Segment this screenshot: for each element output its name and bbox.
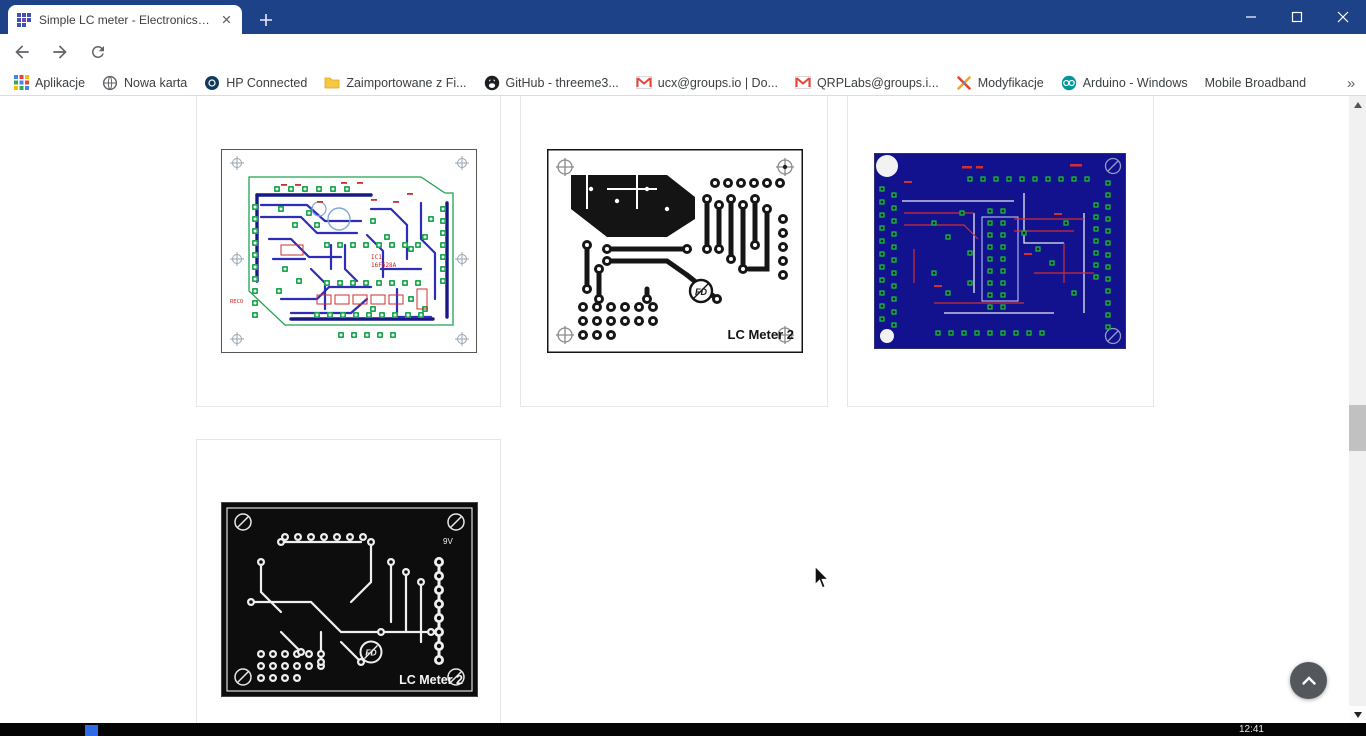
pcb-image-copper-bw[interactable]: FD LC Meter 2 bbox=[547, 149, 803, 353]
bookmark-label: Nowa karta bbox=[124, 76, 187, 90]
pcb-title-text: LC Meter 2 bbox=[399, 673, 463, 687]
bookmark-hp-connected[interactable]: HP Connected bbox=[204, 75, 307, 91]
globe-icon bbox=[102, 75, 118, 91]
fd-logo: FD bbox=[690, 280, 712, 302]
tab-favicon bbox=[16, 12, 32, 28]
gallery-card-4: 9V FD LC Meter 2 bbox=[196, 439, 501, 723]
gmail-icon bbox=[795, 76, 811, 89]
minimize-button[interactable] bbox=[1228, 0, 1274, 34]
bookmark-label: Aplikacje bbox=[35, 76, 85, 90]
bookmark-label: Modyfikacje bbox=[978, 76, 1044, 90]
taskbar-app-icon[interactable] bbox=[85, 725, 98, 736]
chevron-up-icon bbox=[1299, 671, 1319, 691]
fd-logo-text: FD bbox=[695, 287, 707, 297]
bookmark-github[interactable]: GitHub - threeme3... bbox=[484, 75, 619, 91]
window-controls bbox=[1228, 0, 1366, 34]
pcb-image-top-layout-color[interactable]: IC1 16F628A RECO bbox=[221, 149, 477, 353]
apps-grid-icon bbox=[14, 75, 29, 90]
bookmark-modyfikacje[interactable]: Modyfikacje bbox=[956, 75, 1044, 91]
pcb-title-text: LC Meter 2 bbox=[728, 327, 794, 342]
scrollbar-up-arrow[interactable] bbox=[1349, 96, 1366, 113]
silk-9v-label: 9V bbox=[443, 537, 453, 546]
folder-icon bbox=[324, 75, 340, 91]
bookmark-arduino[interactable]: Arduino - Windows bbox=[1061, 75, 1188, 91]
windows-taskbar: 12:41 bbox=[0, 723, 1366, 736]
tab-close-icon[interactable] bbox=[219, 12, 234, 27]
gallery-card-2: FD LC Meter 2 bbox=[520, 96, 828, 407]
toolbar: electronics-lab.com/project/simple-lc-me… bbox=[0, 34, 1366, 70]
silk-ic-ref: IC1 bbox=[371, 254, 382, 261]
close-button[interactable] bbox=[1320, 0, 1366, 34]
silk-reco-label: RECO bbox=[230, 299, 243, 305]
bookmark-qrplabs-groups[interactable]: QRPLabs@groups.i... bbox=[795, 76, 939, 90]
bookmark-imported-folder[interactable]: Zaimportowane z Fi... bbox=[324, 75, 466, 91]
browser-window: Simple LC meter - Electronics-Lab bbox=[0, 0, 1366, 736]
bookmark-label: HP Connected bbox=[226, 76, 307, 90]
vertical-scrollbar[interactable] bbox=[1349, 96, 1366, 723]
gallery-card-3 bbox=[847, 96, 1154, 407]
github-icon bbox=[484, 75, 500, 91]
browser-tab[interactable]: Simple LC meter - Electronics-Lab bbox=[8, 5, 242, 34]
bookmark-label: Zaimportowane z Fi... bbox=[346, 76, 466, 90]
bookmark-mobile-broadband[interactable]: Mobile Broadband bbox=[1205, 76, 1306, 90]
bookmark-label: QRPLabs@groups.i... bbox=[817, 76, 939, 90]
bookmark-label: ucx@groups.io | Do... bbox=[658, 76, 778, 90]
bookmark-label: Mobile Broadband bbox=[1205, 76, 1306, 90]
reload-button[interactable] bbox=[82, 36, 114, 68]
bookmarks-overflow-chevron[interactable]: » bbox=[1336, 71, 1366, 95]
maximize-button[interactable] bbox=[1274, 0, 1320, 34]
gallery-card-1: IC1 16F628A RECO bbox=[196, 96, 501, 407]
bookmark-ucx-groups[interactable]: ucx@groups.io | Do... bbox=[636, 76, 778, 90]
back-button[interactable] bbox=[6, 36, 38, 68]
taskbar-clock[interactable]: 12:41 bbox=[1239, 723, 1264, 736]
bookmarks-bar: Aplikacje Nowa karta HP Connected Zaimpo… bbox=[0, 70, 1366, 96]
titlebar: Simple LC meter - Electronics-Lab bbox=[0, 0, 1366, 34]
gmail-icon bbox=[636, 76, 652, 89]
bookmark-label: GitHub - threeme3... bbox=[506, 76, 619, 90]
joomla-x-icon bbox=[956, 75, 972, 91]
forward-button[interactable] bbox=[44, 36, 76, 68]
tab-title: Simple LC meter - Electronics-Lab bbox=[39, 13, 213, 27]
mouse-cursor bbox=[814, 565, 832, 596]
scrollbar-down-arrow[interactable] bbox=[1349, 706, 1366, 723]
pcb-image-blue-layout[interactable] bbox=[874, 153, 1126, 349]
hp-circle-icon bbox=[204, 75, 220, 91]
bookmark-apps[interactable]: Aplikacje bbox=[14, 75, 85, 90]
pcb-image-copper-inverted[interactable]: 9V FD LC Meter 2 bbox=[221, 502, 478, 697]
new-tab-button[interactable] bbox=[254, 8, 278, 32]
fd-logo-text: FD bbox=[365, 648, 376, 658]
silk-ic-label: 16F628A bbox=[371, 262, 397, 269]
scroll-to-top-button[interactable] bbox=[1290, 662, 1327, 699]
bookmark-label: Arduino - Windows bbox=[1083, 76, 1188, 90]
scrollbar-thumb[interactable] bbox=[1349, 405, 1366, 451]
page-content: IC1 16F628A RECO bbox=[0, 96, 1349, 723]
bookmark-nowa-karta[interactable]: Nowa karta bbox=[102, 75, 187, 91]
arduino-icon bbox=[1061, 75, 1077, 91]
